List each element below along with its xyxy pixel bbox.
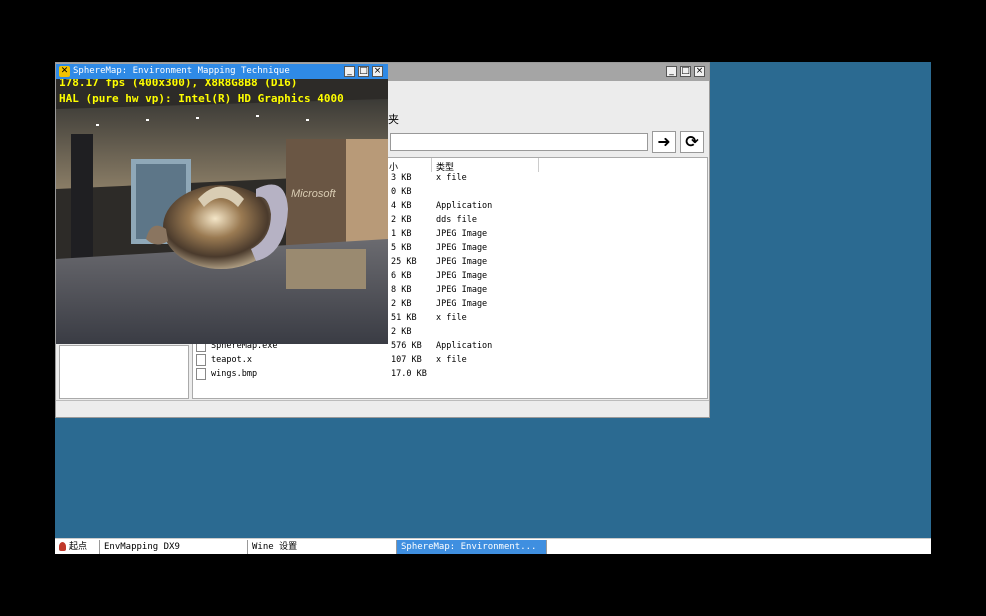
column-header-type[interactable]: 类型	[436, 160, 454, 173]
file-size: 2 KB	[391, 327, 412, 337]
taskbar-button-envmapping[interactable]: EnvMapping DX9	[100, 540, 248, 554]
spheremap-titlebar[interactable]: ✕ SphereMap: Environment Mapping Techniq…	[56, 64, 388, 79]
column-separator[interactable]	[538, 158, 539, 172]
environment-scene: Microsoft	[56, 79, 388, 344]
file-size: 576 KB	[391, 341, 422, 351]
file-size: 25 KB	[391, 257, 417, 267]
refresh-icon[interactable]: ⟳	[680, 131, 704, 153]
dx-app-icon: ✕	[59, 66, 70, 77]
file-size: 2 KB	[391, 215, 412, 225]
file-type: JPEG Image	[436, 229, 488, 239]
file-size: 3 KB	[391, 173, 412, 183]
column-header-size[interactable]: 小	[389, 160, 398, 173]
wine-glass-icon	[59, 542, 66, 551]
window-title: SphereMap: Environment Mapping Technique	[73, 66, 290, 76]
start-button[interactable]: 起点	[55, 540, 100, 554]
device-stats-line: HAL (pure hw vp): Intel(R) HD Graphics 4…	[59, 92, 344, 105]
file-type: x file	[436, 173, 467, 183]
file-type: Application	[436, 341, 493, 351]
start-label: 起点	[69, 542, 88, 552]
file-name: wings.bmp	[211, 369, 258, 379]
minimize-icon[interactable]: _	[666, 66, 677, 77]
status-bar	[56, 400, 709, 417]
3d-render-viewport[interactable]: Microsoft 178.17 fps (400x300), X8R8G8B8…	[56, 79, 388, 344]
file-type: x file	[436, 313, 467, 323]
file-size: 17.0 KB	[391, 369, 427, 379]
file-size: 1 KB	[391, 229, 412, 239]
close-icon[interactable]: ×	[694, 66, 705, 77]
file-type: JPEG Image	[436, 299, 488, 309]
file-name: teapot.x	[211, 355, 252, 365]
taskbar-button-spheremap[interactable]: SphereMap: Environment...	[397, 540, 547, 554]
maximize-icon[interactable]: □	[680, 66, 691, 77]
file-icon	[196, 368, 206, 380]
file-size: 4 KB	[391, 201, 412, 211]
file-size: 2 KB	[391, 299, 412, 309]
taskbar-button-wine-settings[interactable]: Wine 设置	[248, 540, 397, 554]
file-row[interactable]: wings.bmp 17.0 KB	[193, 368, 707, 382]
file-type: JPEG Image	[436, 271, 488, 281]
column-separator[interactable]	[431, 158, 432, 172]
file-type: dds file	[436, 215, 477, 225]
file-size: 0 KB	[391, 187, 412, 197]
fps-stats-line: 178.17 fps (400x300), X8R8G8B8 (D16)	[59, 79, 298, 89]
spheremap-window[interactable]: ✕ SphereMap: Environment Mapping Techniq…	[56, 64, 388, 344]
explorer-menu-item[interactable]: 夹	[388, 111, 399, 127]
file-size: 8 KB	[391, 285, 412, 295]
file-type: x file	[436, 355, 467, 365]
file-icon	[196, 354, 206, 366]
file-row[interactable]: teapot.x 107 KB x file	[193, 354, 707, 368]
file-type: JPEG Image	[436, 257, 488, 267]
close-icon[interactable]: ×	[372, 66, 383, 77]
taskbar: 起点 EnvMapping DX9 Wine 设置 SphereMap: Env…	[55, 538, 931, 554]
file-type: JPEG Image	[436, 243, 488, 253]
address-bar-input[interactable]	[390, 133, 648, 151]
file-size: 6 KB	[391, 271, 412, 281]
file-size: 51 KB	[391, 313, 417, 323]
folder-tree-pane[interactable]	[59, 345, 189, 399]
file-size: 5 KB	[391, 243, 412, 253]
file-size: 107 KB	[391, 355, 422, 365]
maximize-icon[interactable]: □	[358, 66, 369, 77]
file-type: Application	[436, 201, 493, 211]
file-type: JPEG Image	[436, 285, 488, 295]
minimize-icon[interactable]: _	[344, 66, 355, 77]
microsoft-sign: Microsoft	[291, 188, 337, 200]
arrow-right-icon[interactable]: ➜	[652, 131, 676, 153]
